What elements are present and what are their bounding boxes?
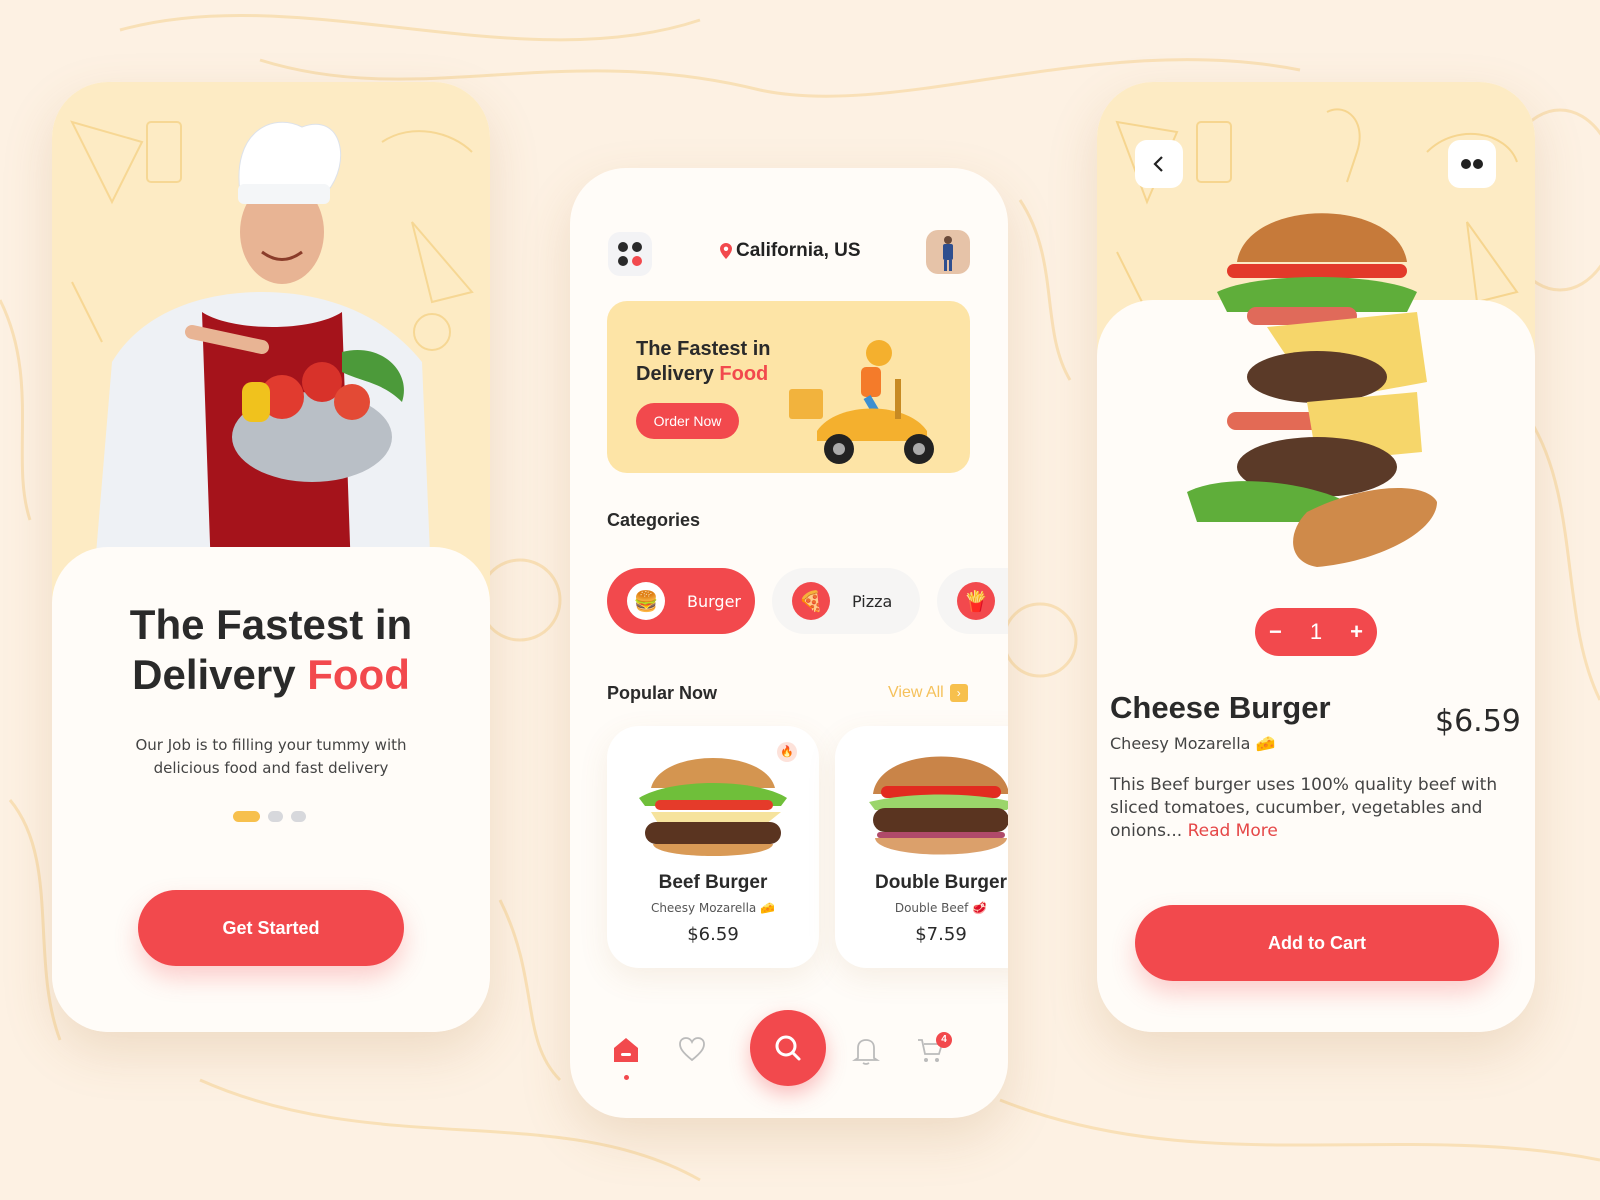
location-text: California, US (736, 240, 861, 261)
beef-burger-image (639, 758, 787, 856)
promo-title-plain: Delivery (636, 363, 714, 385)
exploded-cheese-burger-image (1187, 213, 1437, 567)
decrease-button[interactable]: − (1269, 619, 1282, 645)
nav-home[interactable] (612, 1036, 640, 1080)
double-burger-image (869, 756, 1008, 855)
view-all-link[interactable]: View All › (888, 684, 968, 702)
category-label: Burger (687, 591, 741, 611)
category-label: Pizza (852, 591, 893, 611)
heart-icon (679, 1037, 705, 1062)
promo-banner[interactable]: The Fastest in Delivery Food Order Now (607, 301, 970, 473)
search-icon (775, 1035, 801, 1061)
avatar[interactable] (926, 230, 970, 274)
onboarding-title-line2: Delivery Food (52, 650, 490, 700)
product-subtitle: Cheesy Mozarella 🧀 (1110, 734, 1276, 753)
home-screen: California, US The Fastest in Delivery F… (570, 168, 1008, 1118)
more-dots-icon (1461, 159, 1483, 169)
food-card-beef-burger[interactable]: 🔥 Beef Burger Cheesy Mozarella 🧀 $6.59 (607, 726, 819, 968)
home-icon (614, 1038, 638, 1062)
grid-dots-icon (618, 242, 642, 266)
active-indicator (623, 1075, 629, 1080)
product-name: Cheese Burger (1110, 690, 1331, 725)
nav-cart[interactable]: 4 (916, 1032, 952, 1069)
quantity-stepper[interactable]: − 1 + (1255, 608, 1377, 656)
description-text: This Beef burger uses 100% quality beef … (1110, 775, 1498, 841)
onboarding-screen: The Fastest in Delivery Food Our Job is … (52, 82, 490, 1032)
chevron-right-icon: › (949, 684, 968, 702)
food-card-double-burger[interactable]: Double Burger Double Beef 🥩 $7.59 (835, 726, 1008, 968)
product-price: $6.59 (1435, 704, 1521, 739)
category-pizza[interactable]: 🍕 Pizza (772, 568, 920, 634)
pizza-icon: 🍕 (792, 582, 830, 620)
cart-badge: 4 (936, 1032, 952, 1048)
food-desc: Cheesy Mozarella 🧀 (650, 901, 776, 915)
title-accent: Food (307, 651, 410, 698)
map-pin-icon (720, 243, 732, 259)
hero-banner (52, 82, 490, 602)
increase-button[interactable]: + (1350, 619, 1363, 645)
view-all-label: View All (888, 684, 944, 701)
read-more-link[interactable]: Read More (1188, 821, 1278, 841)
chevron-left-icon (1153, 156, 1163, 172)
promo-title-line1: The Fastest in (636, 338, 771, 360)
delivery-scooter-illustration (789, 340, 934, 464)
quantity-value: 1 (1309, 619, 1323, 644)
page-dot[interactable] (291, 811, 306, 822)
bell-icon (852, 1039, 880, 1065)
back-button[interactable] (1135, 140, 1183, 188)
title-plain: Delivery (132, 651, 296, 698)
food-price: $6.59 (687, 924, 739, 945)
product-detail-screen: − 1 + Cheese Burger $6.59 Cheesy Mozarel… (1097, 82, 1535, 1032)
category-fries[interactable]: 🍟 (937, 568, 1008, 634)
promo-title-accent: Food (719, 363, 769, 385)
page-indicator (233, 811, 306, 822)
food-name: Double Burger (875, 872, 1007, 893)
food-name: Beef Burger (658, 872, 768, 893)
add-to-cart-button[interactable]: Add to Cart (1135, 905, 1499, 981)
fries-icon: 🍟 (957, 582, 995, 620)
more-button[interactable] (1448, 140, 1496, 188)
menu-button[interactable] (608, 232, 652, 276)
popular-now-title: Popular Now (607, 683, 718, 703)
promo-title: The Fastest in Delivery Food (636, 337, 770, 387)
order-now-button[interactable]: Order Now (636, 403, 739, 439)
nav-favorites[interactable] (678, 1036, 706, 1069)
food-price: $7.59 (915, 924, 967, 945)
onboarding-title-line1: The Fastest in (129, 601, 413, 648)
page-dot-active[interactable] (233, 811, 260, 822)
onboarding-subtitle: Our Job is to filling your tummy with de… (135, 736, 407, 777)
user-figure-icon (943, 236, 953, 271)
get-started-button[interactable]: Get Started (138, 890, 404, 966)
location-selector[interactable]: California, US (720, 240, 861, 262)
category-burger[interactable]: 🍔 Burger (607, 568, 755, 634)
burger-icon: 🍔 (627, 582, 665, 620)
product-description: This Beef burger uses 100% quality beef … (1110, 774, 1500, 843)
categories-title: Categories (607, 510, 701, 530)
chef-illustration (70, 120, 474, 602)
nav-notifications[interactable] (852, 1036, 880, 1071)
page-dot[interactable] (268, 811, 283, 822)
search-button[interactable] (750, 1010, 826, 1086)
food-desc: Double Beef 🥩 (894, 901, 988, 915)
